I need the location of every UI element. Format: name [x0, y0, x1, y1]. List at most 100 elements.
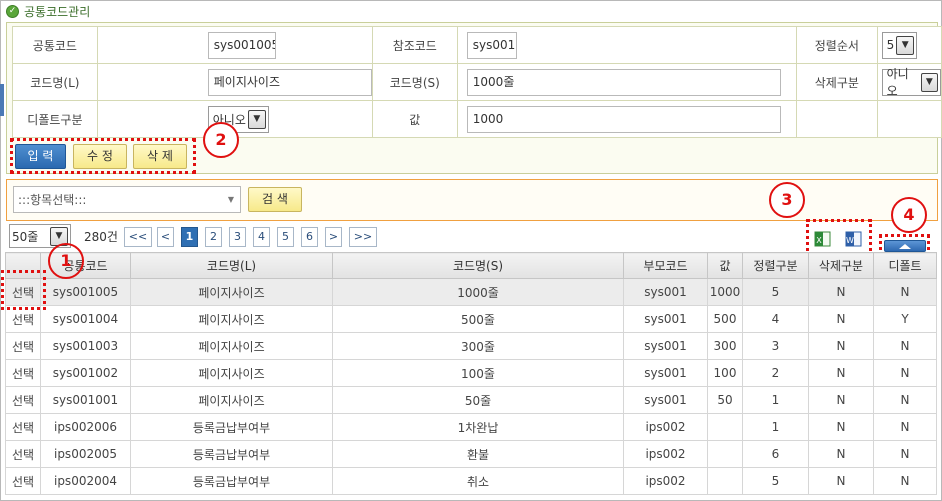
value-cell: 50 [707, 386, 743, 414]
delete-flag-value: 아니오 [886, 67, 909, 98]
last-page-button[interactable]: >> [349, 227, 377, 247]
table-row[interactable]: 선택 sys001001 페이지사이즈 50줄 sys001 50 1 N N [5, 386, 937, 414]
code-name-l-cell: 페이지사이즈 [130, 332, 333, 360]
table-row[interactable]: 선택 ips002005 등록금납부여부 환불 ips002 6 N N [5, 440, 937, 468]
first-page-button[interactable]: << [124, 227, 152, 247]
code-name-l-cell: 등록금납부여부 [130, 440, 333, 468]
select-link[interactable]: 선택 [5, 413, 41, 441]
table-row[interactable]: 선택 sys001004 페이지사이즈 500줄 sys001 500 4 N Y [5, 305, 937, 333]
select-link[interactable]: 선택 [5, 359, 41, 387]
chevron-down-icon: ▼ [247, 109, 266, 129]
annotation-marker-3: 3 [769, 182, 805, 218]
code-name-l-cell: 페이지사이즈 [130, 359, 333, 387]
code-name-l-cell: 페이지사이즈 [130, 278, 333, 306]
column-header-sort-order[interactable]: 정렬구분 [742, 252, 809, 279]
column-header-default[interactable]: 디폴트 [873, 252, 937, 279]
delete-flag-cell: N [808, 359, 874, 387]
delete-flag-cell: N [808, 386, 874, 414]
sort-order-cell: 6 [742, 440, 809, 468]
parent-code-cell: ips002 [623, 467, 708, 495]
value-cell [707, 413, 743, 441]
parent-code-cell: sys001 [623, 278, 708, 306]
search-button[interactable]: 검 색 [248, 187, 302, 212]
common-code-label: 공통코드 [12, 26, 98, 64]
sort-order-label: 정렬순서 [796, 26, 878, 64]
caret-down-icon: ▼ [227, 195, 234, 204]
item-select[interactable]: :::항목선택::: ▼ [13, 186, 241, 213]
column-header-value[interactable]: 값 [707, 252, 743, 279]
annotation-marker-4: 4 [891, 197, 927, 233]
default-cell: Y [873, 305, 937, 333]
table-row[interactable]: 선택 ips002006 등록금납부여부 1차완납 ips002 1 N N [5, 413, 937, 441]
item-select-value: :::항목선택::: [18, 193, 87, 207]
code-name-l-cell: 등록금납부여부 [130, 467, 333, 495]
page-button-4[interactable]: 4 [253, 227, 270, 247]
sort-order-select[interactable]: 5 ▼ [881, 31, 918, 59]
delete-flag-select[interactable]: 아니오 ▼ [881, 67, 941, 98]
default-cell: N [873, 278, 937, 306]
table-row[interactable]: 선택 sys001003 페이지사이즈 300줄 sys001 300 3 N N [5, 332, 937, 360]
common-code-cell: sys001001 [40, 386, 131, 414]
select-link[interactable]: 선택 [5, 386, 41, 414]
annotation-box-1 [1, 270, 46, 310]
sort-order-cell: 3 [742, 332, 809, 360]
delete-flag-cell: N [808, 278, 874, 306]
default-flag-label: 디폴트구분 [12, 100, 98, 138]
prev-page-button[interactable]: < [157, 227, 174, 247]
default-cell: N [873, 467, 937, 495]
value-cell: 1000 [707, 278, 743, 306]
code-name-s-cell: 50줄 [332, 386, 624, 414]
default-cell: N [873, 440, 937, 468]
ref-code-input[interactable]: sys001 [466, 31, 517, 59]
select-link[interactable]: 선택 [5, 467, 41, 495]
default-cell: N [873, 413, 937, 441]
common-code-cell: ips002006 [40, 413, 131, 441]
value-cell: 500 [707, 305, 743, 333]
code-name-s-cell: 100줄 [332, 359, 624, 387]
table-row[interactable]: 선택 sys001005 페이지사이즈 1000줄 sys001 1000 5 N N [5, 278, 937, 306]
code-name-l-label: 코드명(L) [12, 63, 98, 101]
page-button-1[interactable]: 1 [181, 227, 198, 247]
select-link[interactable]: 선택 [5, 332, 41, 360]
chevron-down-icon: ▼ [920, 72, 938, 92]
code-name-l-cell: 등록금납부여부 [130, 413, 333, 441]
common-code-input[interactable]: sys001005 [207, 31, 276, 59]
parent-code-cell: sys001 [623, 305, 708, 333]
next-page-button[interactable]: > [325, 227, 342, 247]
value-input[interactable]: 1000 [466, 105, 781, 133]
chevron-down-icon: ▼ [896, 35, 915, 55]
page-title-bar: ✓ 공통코드관리 [6, 2, 90, 20]
page-button-2[interactable]: 2 [205, 227, 222, 247]
code-name-l-input[interactable]: 페이지사이즈 [207, 68, 372, 96]
column-header-parent-code[interactable]: 부모코드 [623, 252, 708, 279]
delete-flag-label: 삭제구분 [796, 63, 878, 101]
table-row[interactable]: 선택 sys001002 페이지사이즈 100줄 sys001 100 2 N N [5, 359, 937, 387]
common-code-cell: sys001005 [40, 278, 131, 306]
page-button-5[interactable]: 5 [277, 227, 294, 247]
page-button-3[interactable]: 3 [229, 227, 246, 247]
side-collapse-tab[interactable] [0, 84, 4, 116]
column-header-delete-flag[interactable]: 삭제구분 [808, 252, 874, 279]
code-name-s-input[interactable]: 1000줄 [466, 68, 781, 96]
code-name-s-cell: 500줄 [332, 305, 624, 333]
delete-flag-cell: N [808, 413, 874, 441]
sort-order-cell: 5 [742, 467, 809, 495]
code-name-s-cell: 환불 [332, 440, 624, 468]
column-header-code-name-l[interactable]: 코드명(L) [130, 252, 333, 279]
parent-code-cell: ips002 [623, 413, 708, 441]
column-header-code-name-s[interactable]: 코드명(S) [332, 252, 624, 279]
table-row[interactable]: 선택 ips002004 등록금납부여부 취소 ips002 5 N N [5, 467, 937, 495]
common-code-cell: sys001002 [40, 359, 131, 387]
code-name-l-cell: 페이지사이즈 [130, 305, 333, 333]
default-cell: N [873, 332, 937, 360]
default-cell: N [873, 359, 937, 387]
code-name-s-label: 코드명(S) [371, 63, 458, 101]
common-code-cell: sys001003 [40, 332, 131, 360]
parent-code-cell: sys001 [623, 386, 708, 414]
delete-flag-cell: N [808, 440, 874, 468]
annotation-marker-1: 1 [48, 243, 84, 279]
select-link[interactable]: 선택 [5, 440, 41, 468]
sort-order-cell: 2 [742, 359, 809, 387]
page-button-6[interactable]: 6 [301, 227, 318, 247]
value-cell [707, 440, 743, 468]
